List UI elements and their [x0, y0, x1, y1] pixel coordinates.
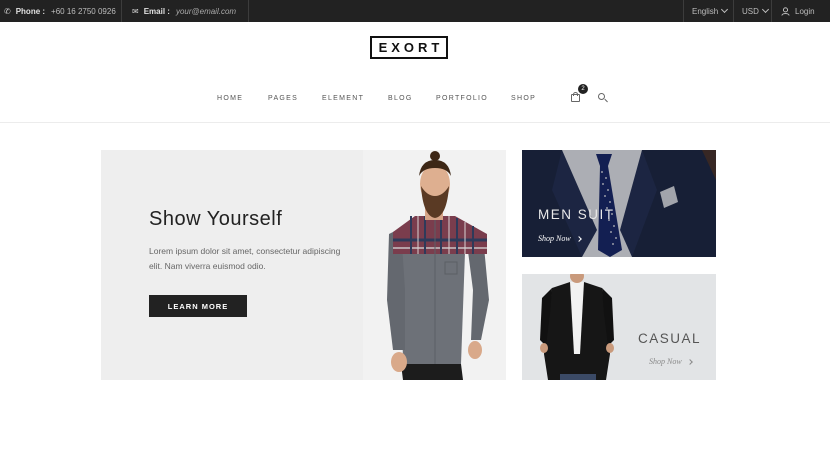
top-bar: ✆ Phone : +60 16 2750 0926 ✉ Email : you…: [0, 0, 830, 22]
topbar-divider: [683, 0, 684, 22]
promo-casual-title: CASUAL: [638, 331, 702, 346]
shop-now-label: Shop Now: [538, 234, 571, 243]
phone-icon: ✆: [4, 6, 11, 16]
user-icon: [781, 6, 790, 16]
promo-casual-shop-now-link[interactable]: Shop Now: [649, 357, 693, 366]
chevron-down-icon: [721, 5, 729, 14]
search-icon[interactable]: [598, 93, 608, 103]
envelope-icon: ✉: [132, 6, 139, 16]
chevron-down-icon: [761, 5, 769, 14]
shop-now-label: Shop Now: [649, 357, 682, 366]
chevron-right-icon: [575, 235, 582, 242]
learn-more-button[interactable]: LEARN MORE: [149, 295, 247, 317]
phone-label: Phone :: [15, 6, 46, 16]
nav-home[interactable]: HOME: [217, 91, 243, 105]
currency-value: USD: [742, 6, 759, 16]
promo-men-title: MEN SUIT: [538, 207, 615, 222]
topbar-divider: [733, 0, 734, 22]
hero-banner: Show Yourself Lorem ipsum dolor sit amet…: [101, 150, 506, 380]
phone-value[interactable]: +60 16 2750 0926: [51, 7, 116, 16]
nav-pages[interactable]: PAGES: [268, 91, 298, 105]
promo-men-suit[interactable]: MEN SUIT Shop Now: [522, 150, 716, 257]
nav-portfolio[interactable]: PORTFOLIO: [436, 91, 488, 105]
nav-element[interactable]: ELEMENT: [322, 91, 364, 105]
currency-select[interactable]: USD: [742, 0, 769, 22]
promo-men-shop-now-link[interactable]: Shop Now: [538, 234, 582, 243]
nav-blog[interactable]: BLOG: [388, 91, 413, 105]
hero-description: Lorem ipsum dolor sit amet, consectetur …: [149, 246, 341, 271]
promo-casual[interactable]: CASUAL Shop Now: [522, 274, 716, 380]
site-logo[interactable]: EXORT: [370, 36, 448, 59]
email-info: ✉ Email : your@email.com: [132, 0, 236, 22]
nav-shop[interactable]: SHOP: [511, 91, 536, 105]
phone-info: ✆ Phone : +60 16 2750 0926: [4, 0, 116, 22]
cart-count-badge: 2: [578, 84, 588, 94]
topbar-divider: [248, 0, 249, 22]
topbar-divider: [121, 0, 122, 22]
hero-title: Show Yourself: [149, 208, 283, 230]
email-value[interactable]: your@email.com: [176, 7, 236, 16]
topbar-divider: [771, 0, 772, 22]
chevron-right-icon: [686, 358, 693, 365]
cart-icon[interactable]: [571, 92, 581, 102]
login-label: Login: [795, 6, 815, 16]
language-value: English: [692, 6, 719, 16]
language-select[interactable]: English: [692, 0, 729, 22]
email-label: Email :: [143, 6, 170, 16]
header-divider: [0, 122, 830, 123]
hero-model-image: [363, 150, 506, 380]
login-link[interactable]: Login: [781, 0, 815, 22]
